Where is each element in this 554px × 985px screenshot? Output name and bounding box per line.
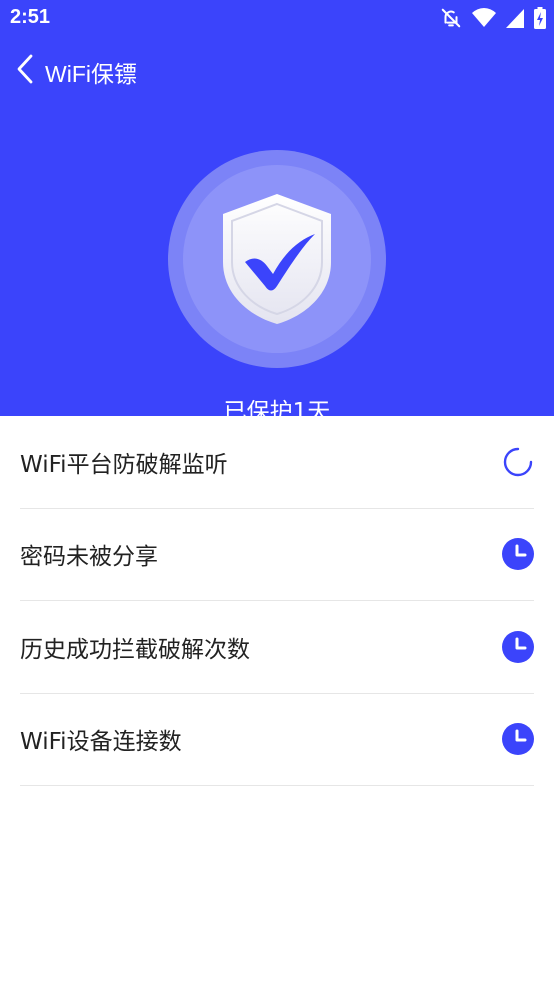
clock-icon bbox=[502, 630, 534, 663]
status-time: 2:51 bbox=[10, 6, 51, 28]
hero-header: 2:51 WiFi保镖 已保护1天 bbox=[0, 0, 554, 416]
list-item: WiFi平台防破解监听 bbox=[20, 416, 534, 509]
page-title: WiFi保镖 bbox=[45, 61, 137, 87]
protection-status: 已保护1天 bbox=[223, 399, 331, 416]
check-label: 历史成功拦截破解次数 bbox=[20, 636, 250, 663]
signal-icon bbox=[506, 8, 524, 28]
check-list: WiFi平台防破解监听 密码未被分享 历史成功拦截破解次数 WiFi设备连接数 bbox=[0, 416, 554, 786]
clock-icon bbox=[502, 538, 534, 571]
check-label: WiFi平台防破解监听 bbox=[20, 451, 228, 478]
battery-charging-icon bbox=[534, 7, 546, 29]
status-bar: 2:51 bbox=[0, 0, 554, 38]
spinner-icon bbox=[502, 446, 534, 478]
status-icons bbox=[440, 7, 546, 29]
list-item: 密码未被分享 bbox=[20, 509, 534, 601]
chevron-left-icon bbox=[17, 54, 33, 84]
clock-icon bbox=[502, 723, 534, 756]
wifi-icon bbox=[472, 8, 496, 28]
app-bar: WiFi保镖 bbox=[0, 45, 554, 93]
shield-check-icon bbox=[223, 194, 331, 324]
list-item: 历史成功拦截破解次数 bbox=[20, 601, 534, 694]
back-button[interactable] bbox=[10, 51, 40, 87]
list-item: WiFi设备连接数 bbox=[20, 694, 534, 786]
check-label: WiFi设备连接数 bbox=[20, 729, 182, 756]
check-label: 密码未被分享 bbox=[20, 544, 158, 571]
bell-off-icon bbox=[440, 7, 462, 29]
